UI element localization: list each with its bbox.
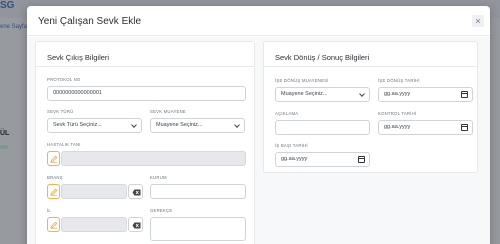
kurum-label: KURUM [150, 175, 167, 180]
protokol-input[interactable]: 0000000000000001 [47, 86, 246, 101]
ise-donus-muayene-select[interactable]: Muayene Seçiniz... [275, 87, 370, 102]
add-referral-modal: Yeni Çalışan Sevk Ekle × Sevk Çıkış Bilg… [27, 6, 490, 244]
date-placeholder: gg.aa.yyyy [384, 91, 411, 97]
card-divider [264, 66, 477, 67]
is-basi-tarihi-input[interactable]: gg.aa.yyyy [275, 152, 370, 167]
card-divider [36, 66, 254, 67]
aciklama-label: AÇIKLAMA [275, 111, 299, 116]
backspace-icon [132, 189, 141, 196]
modal-title: Yeni Çalışan Sevk Ekle [38, 16, 142, 27]
date-placeholder: gg.aa.yyyy [281, 156, 308, 162]
calendar-icon[interactable] [461, 124, 468, 131]
sevk-turu-select[interactable]: Sevk Türü Seçiniz... [47, 118, 142, 133]
pencil-icon [50, 155, 58, 163]
hastalik-edit-button[interactable] [47, 151, 60, 166]
ise-donus-tarihi-label: İŞE DÖNÜŞ TARİHİ [378, 78, 420, 83]
il-label: İL [47, 208, 51, 213]
hastalik-tani-field [61, 151, 246, 166]
kontrol-tarihi-input[interactable]: gg.aa.yyyy [378, 120, 473, 135]
aciklama-input[interactable] [275, 120, 370, 135]
calendar-icon[interactable] [358, 156, 365, 163]
il-clear-button[interactable] [128, 217, 143, 232]
pencil-icon [50, 221, 58, 229]
card-title: Sevk Dönüş / Sonuç Bilgileri [275, 53, 370, 62]
gerekce-label: GEREKÇE [150, 208, 173, 213]
calendar-icon[interactable] [461, 91, 468, 98]
modal-header: Yeni Çalışan Sevk Ekle × [27, 6, 490, 36]
card-title: Sevk Çıkış Bilgileri [47, 53, 110, 62]
il-field [61, 217, 127, 232]
kontrol-tarihi-label: KONTROL TARİHİ [378, 111, 417, 116]
sevk-muayene-select[interactable]: Muayene Seçiniz... [150, 118, 245, 133]
backspace-icon [132, 222, 141, 229]
hastalik-tani-label: HASTALIK TANI [47, 142, 81, 147]
kurum-input[interactable] [150, 184, 246, 199]
protokol-label: PROTOKOL NO [47, 77, 81, 82]
sevk-muayene-label: SEVK MUAYENE [150, 109, 186, 114]
referral-return-card: Sevk Dönüş / Sonuç Bilgileri İŞE DÖNÜŞ M… [263, 41, 478, 173]
brans-field [61, 184, 127, 199]
is-basi-tarihi-label: İŞ BAŞI TARİHİ [275, 143, 308, 148]
brans-edit-button[interactable] [47, 184, 60, 199]
sevk-turu-label: SEVK TÜRÜ [47, 109, 74, 114]
gerekce-textarea[interactable] [150, 217, 246, 241]
date-placeholder: gg.aa.yyyy [384, 124, 411, 130]
il-edit-button[interactable] [47, 217, 60, 232]
modal-body: Sevk Çıkış Bilgileri PROTOKOL NO 0000000… [27, 37, 490, 244]
referral-exit-card: Sevk Çıkış Bilgileri PROTOKOL NO 0000000… [35, 41, 255, 244]
pencil-icon [50, 188, 58, 196]
close-button[interactable]: × [472, 15, 484, 27]
brans-clear-button[interactable] [128, 184, 143, 199]
brans-label: BRANŞ [47, 175, 63, 180]
ise-donus-muayene-label: İŞE DÖNÜŞ MUAYENESİ [275, 78, 329, 83]
ise-donus-tarihi-input[interactable]: gg.aa.yyyy [378, 87, 473, 102]
